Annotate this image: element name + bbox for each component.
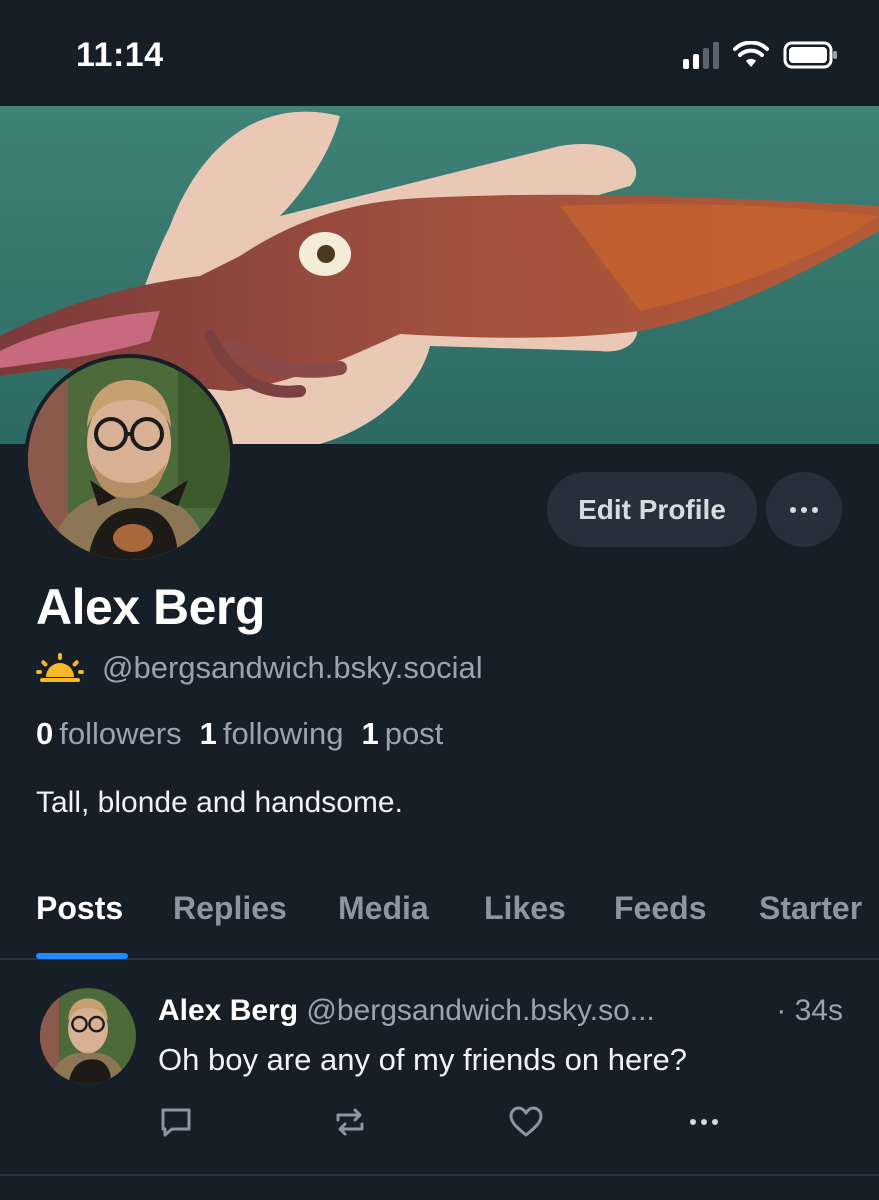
status-bar: 11:14 (0, 0, 879, 106)
avatar-photo (40, 988, 136, 1084)
profile-tabs: Posts Replies Media Likes Feeds Starter (0, 880, 879, 960)
active-tab-indicator (36, 953, 128, 959)
handle-row: @bergsandwich.bsky.social (36, 650, 483, 686)
profile-more-button[interactable] (766, 472, 842, 547)
reply-button[interactable] (156, 1102, 196, 1142)
followers-label: followers (59, 716, 182, 751)
tab-feeds[interactable]: Feeds (614, 890, 706, 927)
posts-stat: 1 post (361, 716, 443, 752)
tab-media[interactable]: Media (338, 890, 429, 927)
followers-stat[interactable]: 0 followers (36, 716, 182, 752)
profile-handle[interactable]: @bergsandwich.bsky.social (102, 650, 483, 686)
post-header: Alex Berg @bergsandwich.bsky.so... (158, 994, 655, 1028)
profile-bio: Tall, blonde and handsome. (36, 786, 403, 819)
following-count: 1 (199, 716, 217, 751)
more-icon (790, 506, 818, 513)
battery-icon (783, 41, 837, 69)
post-timestamp[interactable]: · 34s (776, 994, 843, 1028)
repost-button[interactable] (330, 1102, 370, 1142)
signal-icon (683, 41, 719, 69)
status-time: 11:14 (76, 36, 164, 74)
display-name: Alex Berg (36, 579, 265, 635)
profile-stats: 0 followers 1 following 1 post (36, 716, 443, 752)
sunrise-icon (36, 653, 84, 682)
tab-starter[interactable]: Starter (759, 890, 862, 927)
post-more-button[interactable] (680, 1102, 728, 1142)
post-item[interactable]: Alex Berg @bergsandwich.bsky.so... · 34s… (0, 962, 879, 1176)
following-label: following (222, 716, 344, 751)
wifi-icon (733, 41, 769, 67)
posts-label: post (384, 716, 444, 751)
reply-icon (161, 1108, 191, 1137)
like-button[interactable] (506, 1102, 546, 1142)
post-author[interactable]: Alex Berg (158, 994, 298, 1027)
status-icons (683, 40, 839, 70)
like-icon (509, 1106, 543, 1137)
profile-avatar[interactable] (24, 354, 234, 564)
following-stat[interactable]: 1 following (200, 716, 344, 752)
post-avatar[interactable] (40, 988, 136, 1084)
repost-icon (336, 1108, 364, 1136)
post-text: Oh boy are any of my friends on here? (158, 1042, 688, 1077)
tab-replies[interactable]: Replies (173, 890, 287, 927)
posts-count: 1 (361, 716, 379, 751)
edit-profile-button[interactable]: Edit Profile (547, 472, 757, 547)
avatar-photo (28, 358, 230, 560)
more-icon (690, 1119, 718, 1125)
tab-likes[interactable]: Likes (484, 890, 566, 927)
tab-posts[interactable]: Posts (36, 890, 123, 927)
post-handle[interactable]: @bergsandwich.bsky.so... (306, 994, 654, 1027)
followers-count: 0 (36, 716, 54, 751)
